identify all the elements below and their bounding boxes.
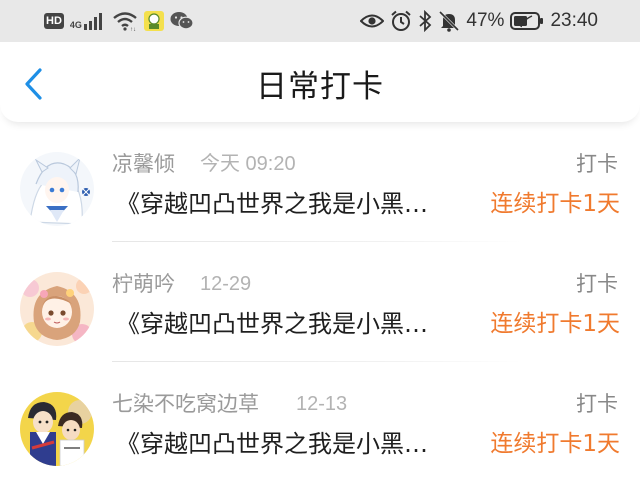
wechat-icon: [170, 11, 194, 31]
bluetooth-icon: [418, 10, 432, 32]
battery-percent: 47%: [466, 10, 505, 31]
status-bar: HD 4G ↑↓ 47% 23:40: [0, 0, 640, 42]
app-notification-icon: [143, 11, 164, 31]
status-bar-right: 47% 23:40: [360, 8, 598, 34]
avatar[interactable]: [20, 272, 94, 346]
wifi-icon: ↑↓: [112, 11, 138, 31]
anime-avatar-flower-girl: [20, 272, 94, 346]
action-type-label: 打卡: [576, 272, 618, 296]
page-title: 日常打卡: [256, 69, 384, 105]
post-time: 12-13: [296, 393, 348, 415]
book-title[interactable]: 《穿越凹凸世界之我是小黑…: [116, 188, 468, 220]
post-time: 今天 09:20: [200, 153, 296, 175]
battery-icon: [510, 11, 544, 31]
svg-text:↑↓: ↑↓: [130, 27, 136, 31]
mute-icon: [438, 10, 460, 32]
hd-icon: HD: [44, 13, 64, 29]
signal-4g-icon: 4G: [70, 12, 106, 30]
clock: 23:40: [550, 10, 598, 31]
user-name[interactable]: 凉馨倾: [112, 150, 175, 178]
checkin-feed: 凉馨倾 今天 09:20 打卡 《穿越凹凸世界之我是小黑… 连续打卡1天 柠萌吟…: [0, 122, 640, 482]
alarm-icon: [390, 10, 412, 32]
eye-icon: [360, 12, 385, 30]
anime-avatar-white-hair: [20, 152, 94, 226]
streak-label: 连续打卡1天: [490, 191, 620, 217]
network-type-label: 4G: [69, 20, 82, 30]
user-name[interactable]: 七染不吃窝边草: [112, 390, 259, 418]
streak-label: 连续打卡1天: [490, 311, 620, 337]
feed-item[interactable]: 凉馨倾 今天 09:20 打卡 《穿越凹凸世界之我是小黑… 连续打卡1天: [0, 122, 640, 242]
header: 日常打卡: [0, 42, 640, 122]
anime-avatar-two-boys: [20, 392, 94, 466]
status-bar-left: HD 4G ↑↓: [44, 8, 194, 34]
feed-item[interactable]: 柠萌吟 12-29 打卡 《穿越凹凸世界之我是小黑… 连续打卡1天: [0, 242, 640, 362]
avatar[interactable]: [20, 392, 94, 466]
action-type-label: 打卡: [576, 392, 618, 416]
action-type-label: 打卡: [576, 152, 618, 176]
book-title[interactable]: 《穿越凹凸世界之我是小黑…: [116, 428, 468, 460]
user-name[interactable]: 柠萌吟: [112, 270, 175, 298]
streak-label: 连续打卡1天: [490, 431, 620, 457]
feed-item[interactable]: 七染不吃窝边草 12-13 打卡 《穿越凹凸世界之我是小黑… 连续打卡1天: [0, 362, 640, 482]
post-time: 12-29: [200, 273, 252, 295]
book-title[interactable]: 《穿越凹凸世界之我是小黑…: [116, 308, 468, 340]
avatar[interactable]: [20, 152, 94, 226]
